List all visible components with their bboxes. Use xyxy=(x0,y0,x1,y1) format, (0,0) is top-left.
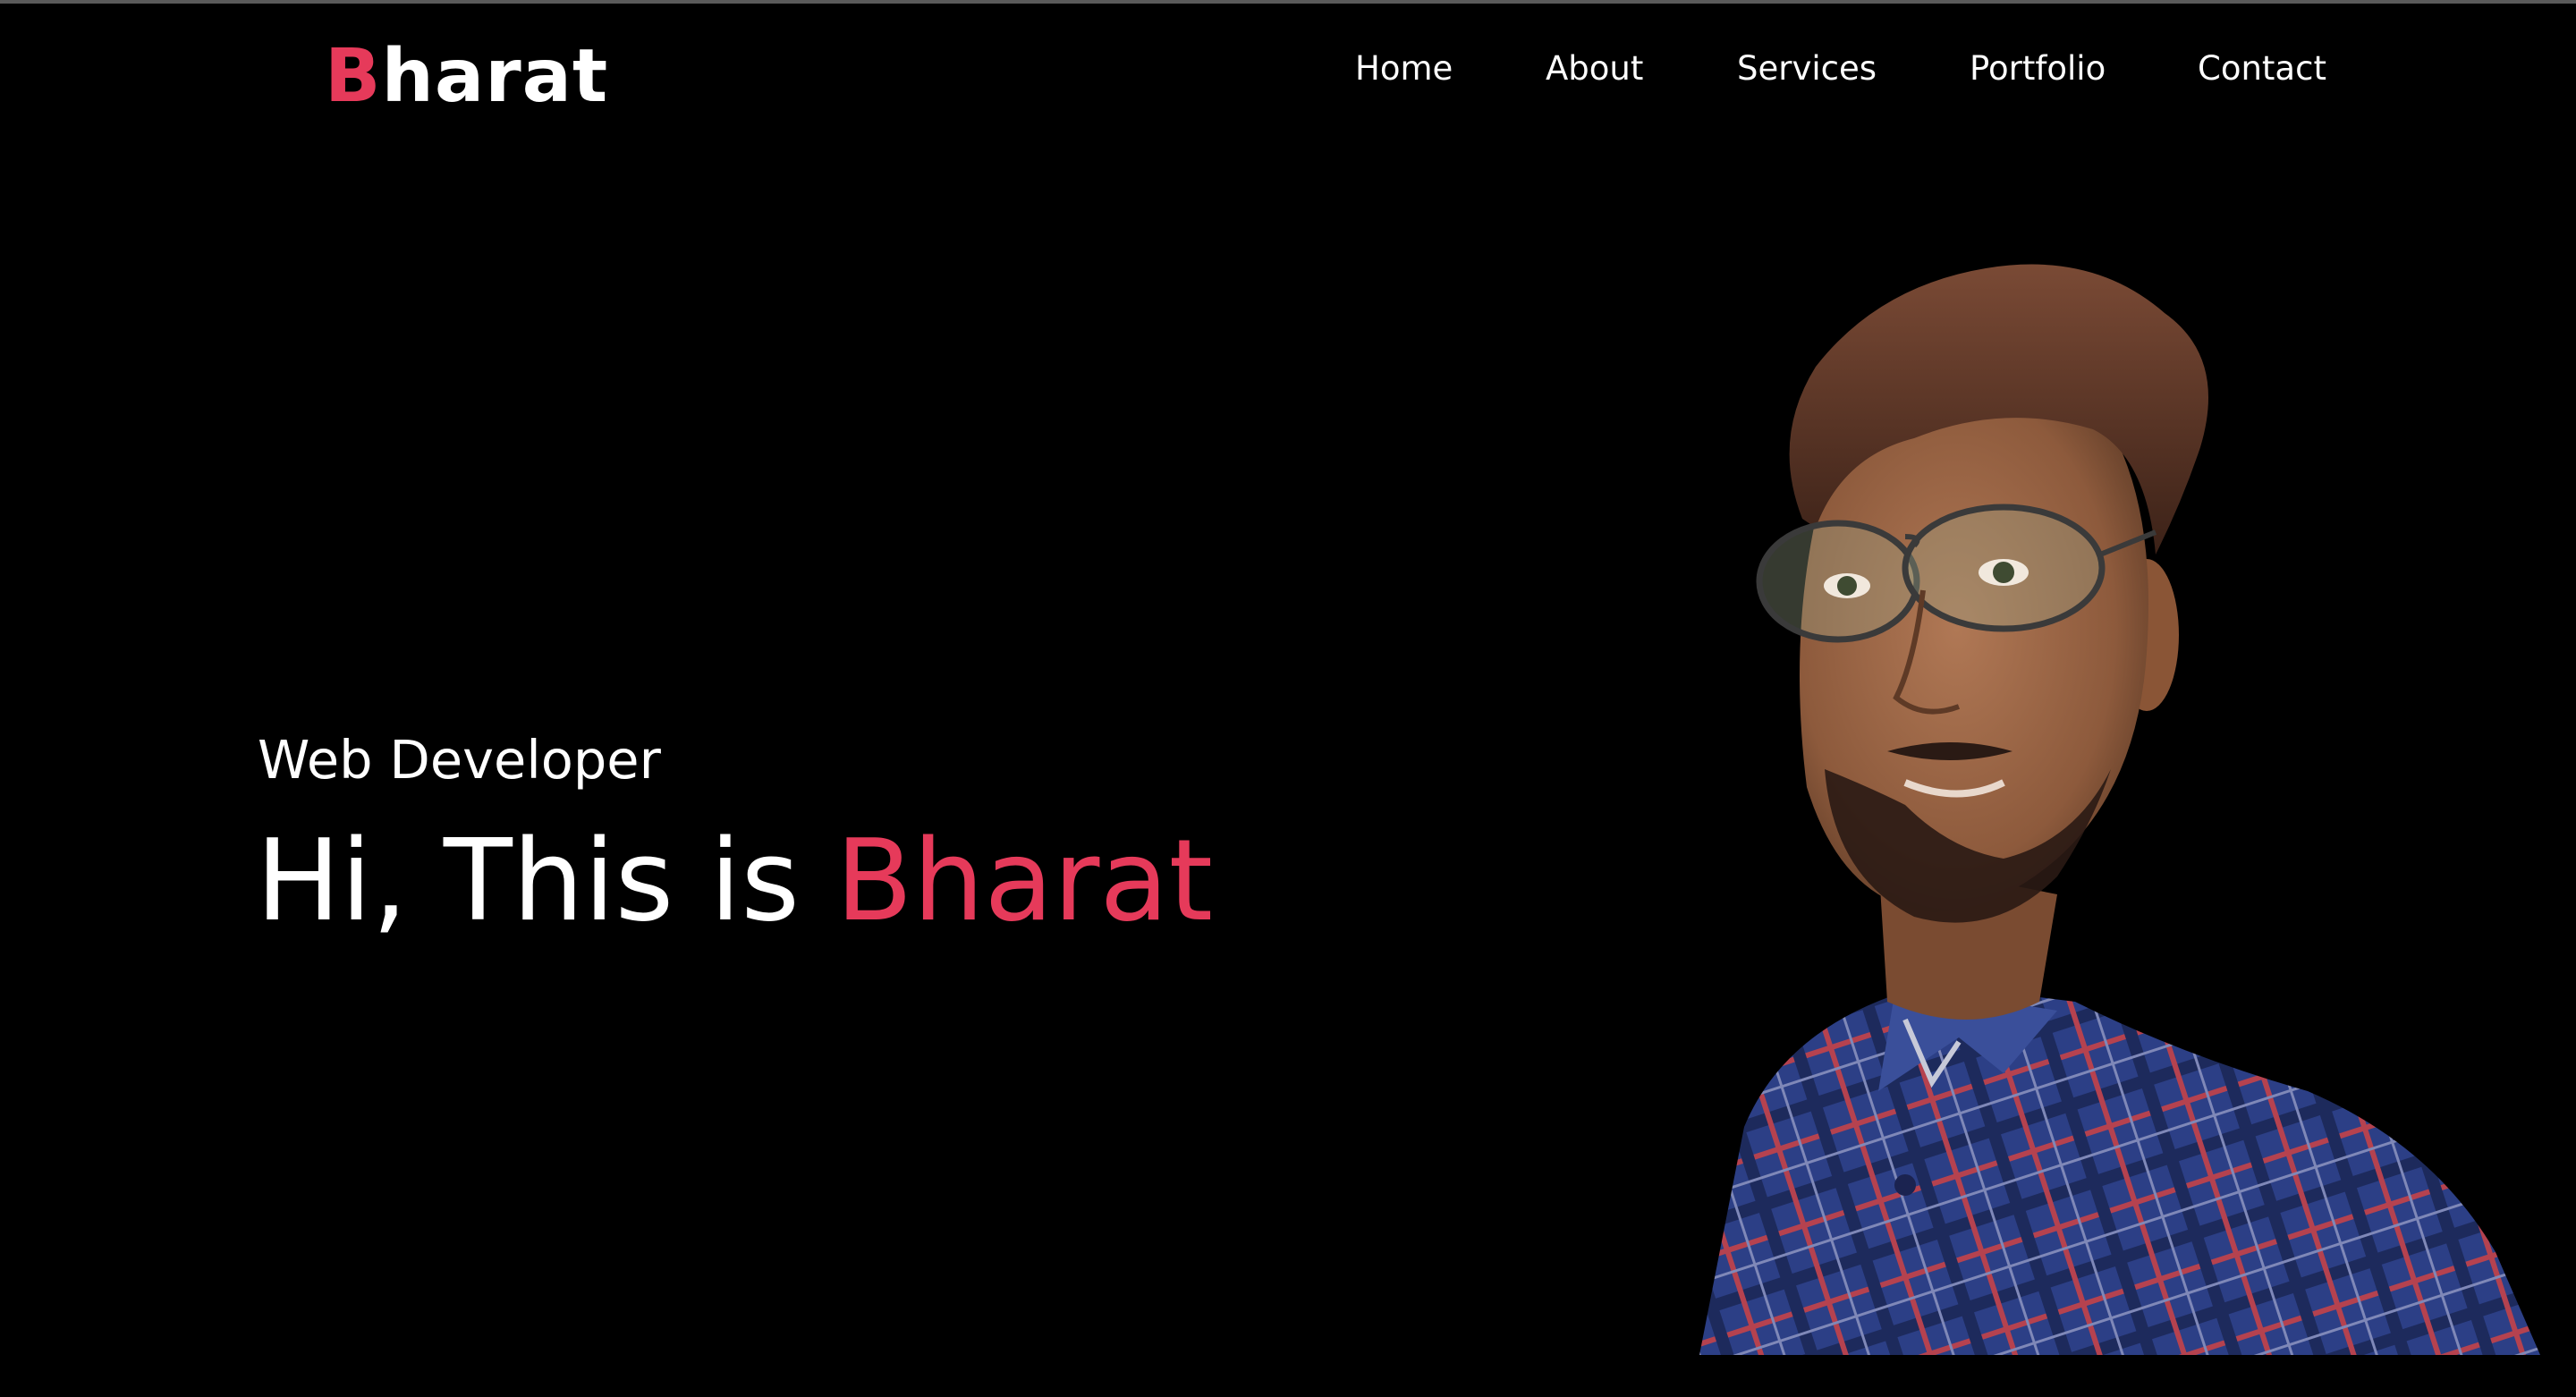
hero-subtitle: Web Developer xyxy=(258,729,661,791)
nav-item-home[interactable]: Home xyxy=(1355,47,1453,91)
portrait-photo xyxy=(1699,264,2540,1355)
site-logo[interactable]: Bharat xyxy=(325,32,608,122)
logo-text: harat xyxy=(381,34,609,119)
window-top-border xyxy=(0,0,2576,4)
nav-item-about[interactable]: About xyxy=(1546,47,1643,91)
nav-item-contact[interactable]: Contact xyxy=(2198,47,2326,91)
hero-name: Bharat xyxy=(835,815,1214,946)
hero-title: Hi, This is Bharat xyxy=(256,814,1213,948)
nav-item-portfolio[interactable]: Portfolio xyxy=(1970,47,2106,91)
nav-item-services[interactable]: Services xyxy=(1737,47,1877,91)
logo-accent-letter: B xyxy=(325,34,382,119)
hero-greeting: Hi, This is xyxy=(256,815,836,946)
